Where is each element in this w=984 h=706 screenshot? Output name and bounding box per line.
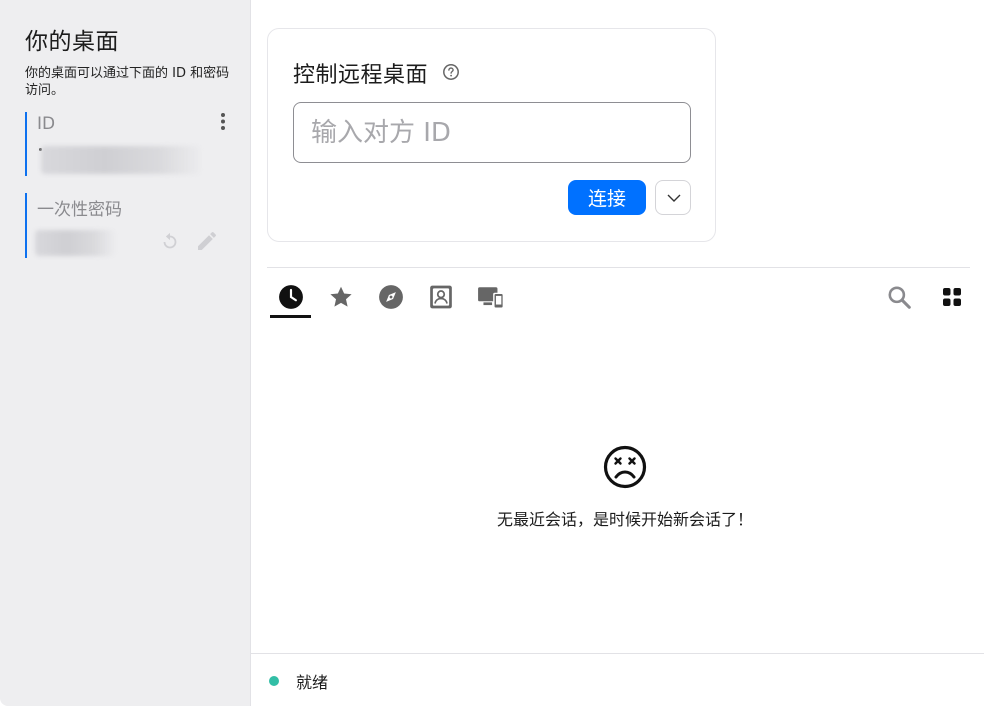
id-value-redacted[interactable] <box>41 146 201 174</box>
connect-title: 控制远程桌面 <box>293 63 429 88</box>
refresh-icon[interactable] <box>159 231 181 253</box>
password-label: 一次性密码 <box>37 200 122 220</box>
compass-icon <box>379 285 403 309</box>
search-button[interactable] <box>884 282 914 312</box>
password-value-redacted[interactable] <box>35 230 115 256</box>
dizzy-face-icon <box>603 445 647 489</box>
connect-button[interactable]: 连接 <box>568 180 646 215</box>
grid-view-icon <box>943 288 961 306</box>
star-icon <box>330 286 352 307</box>
tab-accessible-devices[interactable] <box>476 282 506 312</box>
id-label: ID <box>37 114 56 134</box>
view-toggle-button[interactable] <box>937 282 967 312</box>
more-vert-icon[interactable] <box>217 112 229 132</box>
address-book-icon <box>430 285 452 309</box>
search-icon <box>888 286 911 309</box>
connect-card: 控制远程桌面 连接 <box>267 28 716 242</box>
connect-options-dropdown[interactable] <box>655 180 691 215</box>
status-indicator-dot <box>269 676 279 686</box>
empty-sessions-message: 无最近会话，是时候开始新会话了！ <box>496 510 753 529</box>
devices-icon <box>478 287 504 309</box>
help-icon[interactable] <box>442 63 460 81</box>
clock-icon <box>279 285 303 309</box>
remote-id-input[interactable] <box>293 102 691 163</box>
password-field: 一次性密码 <box>25 193 235 258</box>
sidebar-description: 你的桌面可以通过下面的 ID 和密码访问。 <box>25 66 230 98</box>
active-tab-indicator <box>270 315 311 318</box>
sidebar-title: 你的桌面 <box>25 29 119 55</box>
tab-discovered[interactable] <box>376 282 406 312</box>
id-field: ID <box>25 112 235 176</box>
chevron-down-icon <box>667 194 681 202</box>
status-text: 就绪 <box>296 673 329 692</box>
edit-pencil-icon[interactable] <box>195 229 219 253</box>
sidebar: 你的桌面 你的桌面可以通过下面的 ID 和密码访问。 ID 一次性密码 <box>0 0 251 706</box>
tab-address-book[interactable] <box>426 282 456 312</box>
section-divider <box>267 267 970 268</box>
status-bar: 就绪 <box>251 653 984 706</box>
tab-recent[interactable] <box>276 282 306 312</box>
tab-favorites[interactable] <box>326 282 356 312</box>
